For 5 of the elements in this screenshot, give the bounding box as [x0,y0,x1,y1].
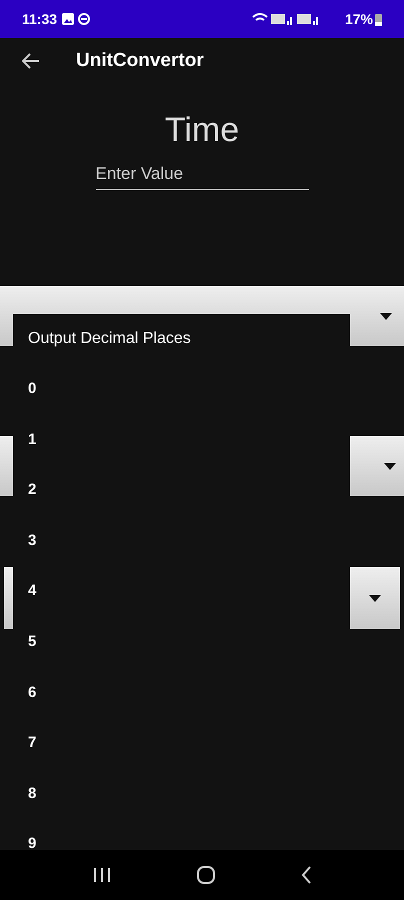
app-title: UnitConvertor [76,48,204,73]
status-time: 11:33 [22,10,58,28]
page-heading: Time [164,110,240,151]
menu-title: Output Decimal Places [27,329,192,349]
battery-percent: 17% [344,10,373,28]
